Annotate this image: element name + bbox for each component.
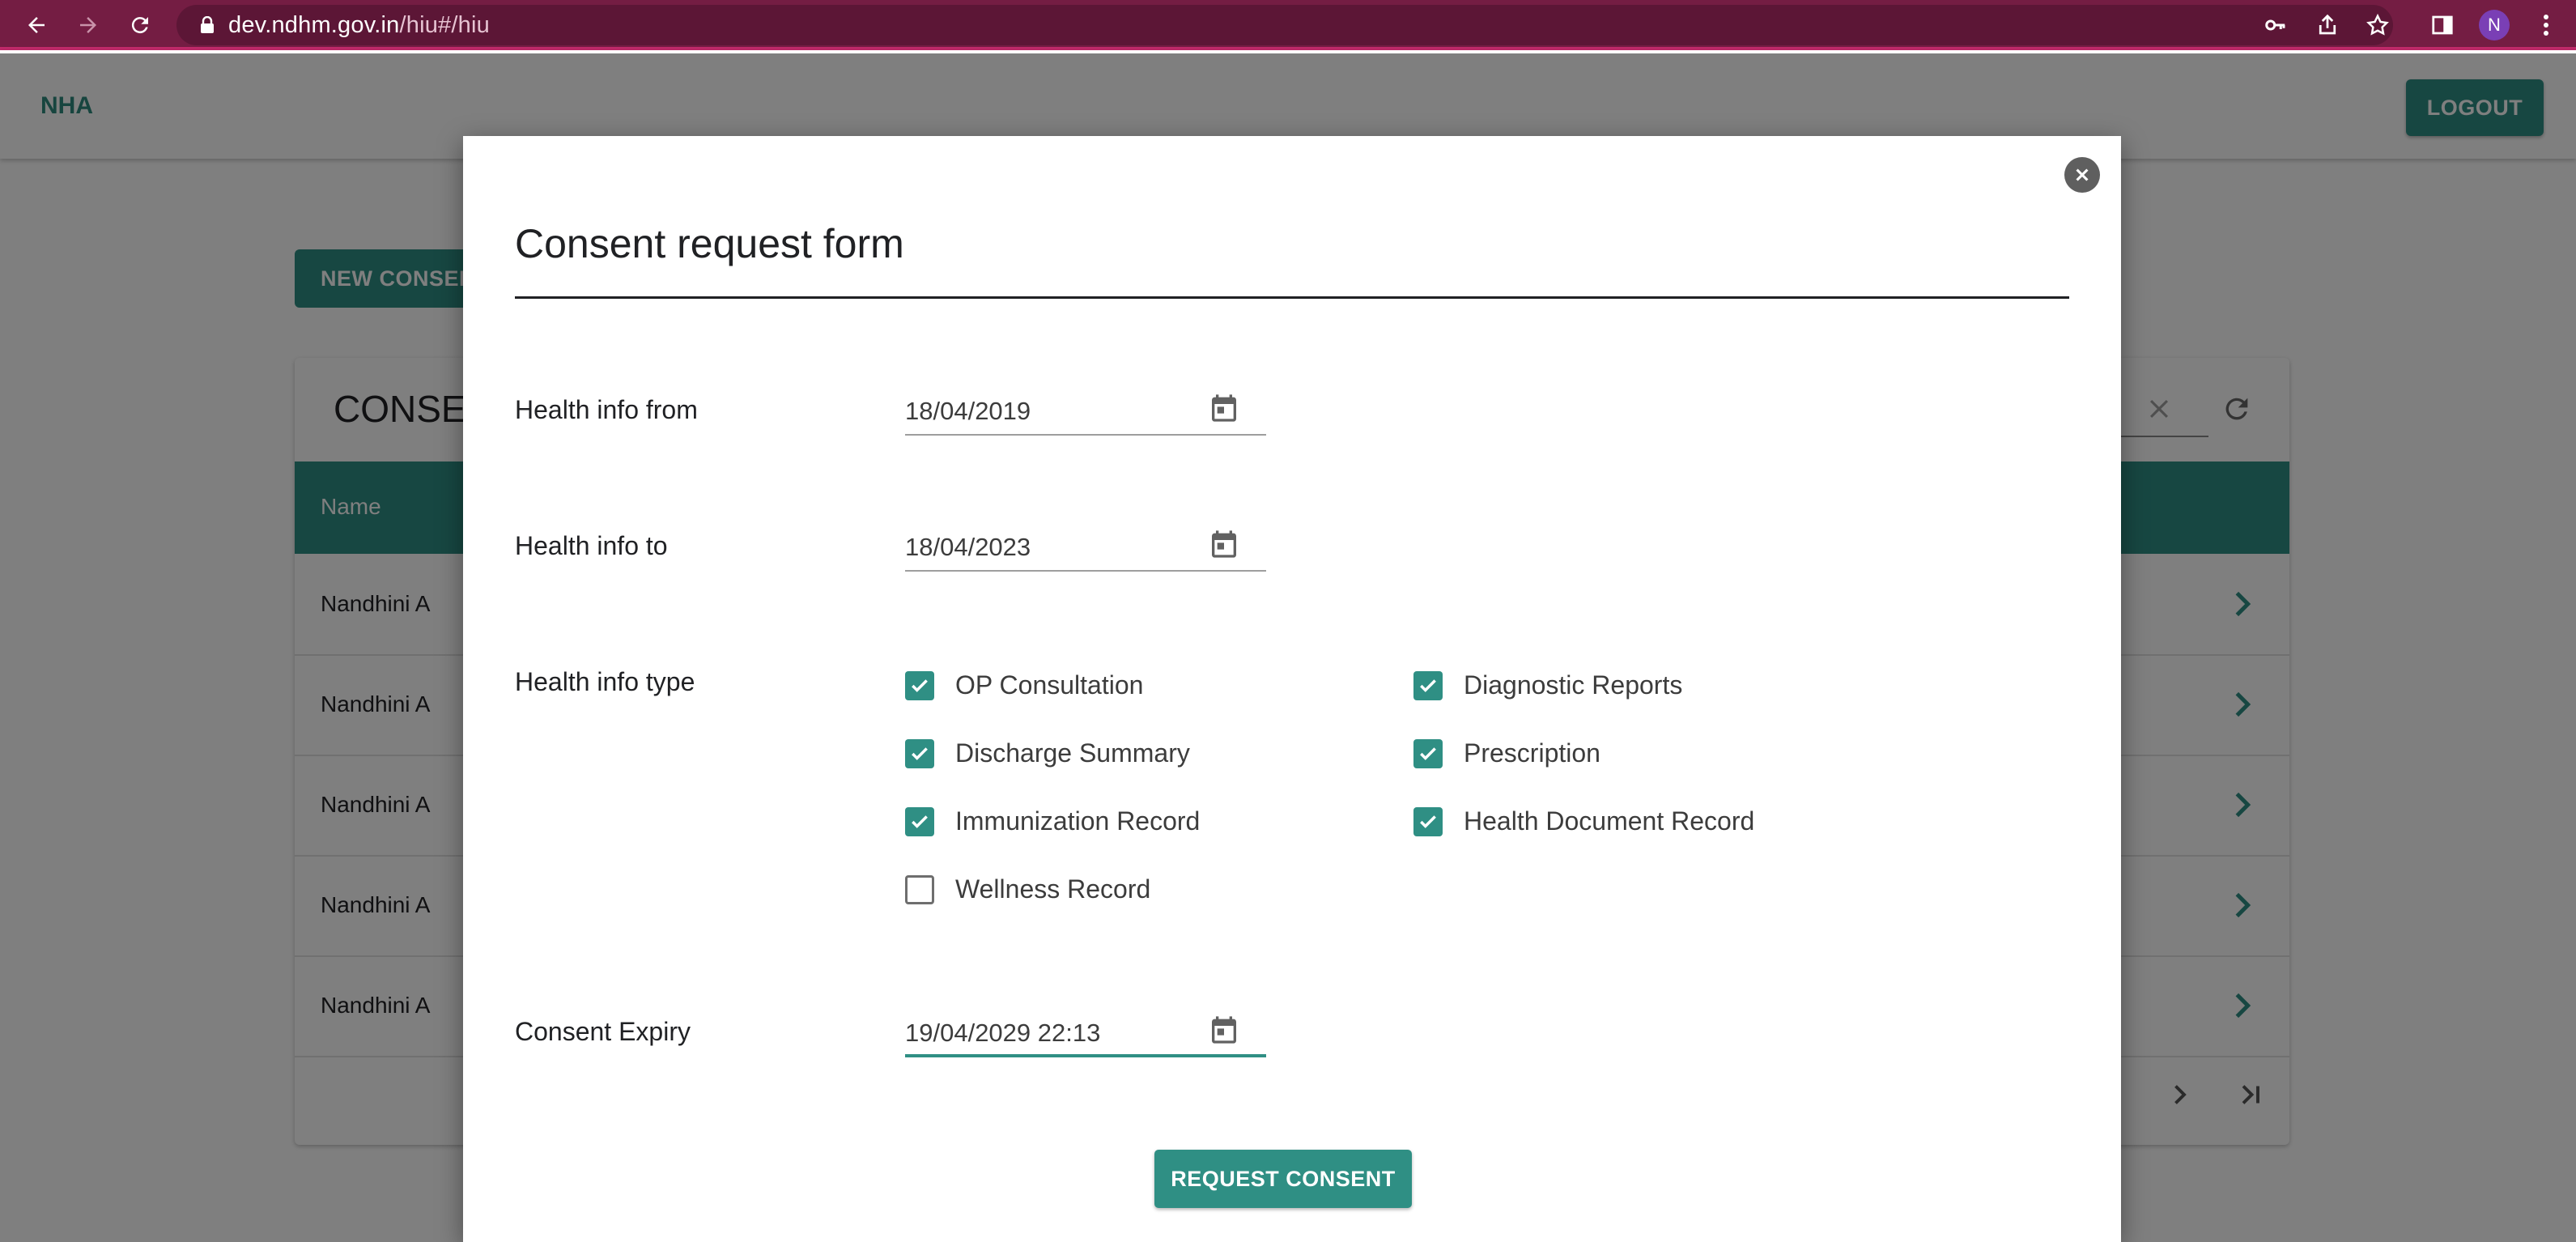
health-info-to-field[interactable]: 18/04/2023	[905, 525, 1266, 572]
checkbox-label: Diagnostic Reports	[1464, 670, 1683, 700]
side-panel-icon[interactable]	[2424, 6, 2461, 44]
checkbox-label: Health Document Record	[1464, 806, 1755, 836]
health-info-from-field[interactable]: 18/04/2019	[905, 389, 1266, 436]
close-icon[interactable]	[2064, 157, 2100, 193]
health-info-to-value: 18/04/2023	[905, 533, 1031, 561]
title-divider	[515, 296, 2069, 299]
checkbox-checked-icon[interactable]	[905, 806, 934, 836]
checkbox-label: Prescription	[1464, 738, 1600, 768]
calendar-icon[interactable]	[1205, 389, 1243, 427]
url-text: dev.ndhm.gov.in/hiu#/hiu	[228, 12, 490, 39]
url-host: dev.ndhm.gov.in	[228, 11, 400, 38]
share-icon[interactable]	[2309, 6, 2346, 44]
lock-icon	[196, 14, 219, 36]
bookmark-star-icon[interactable]	[2359, 6, 2396, 44]
checkbox-label: Discharge Summary	[955, 738, 1190, 768]
checkbox-op-consultation[interactable]: OP Consultation	[905, 670, 1143, 700]
profile-avatar[interactable]: N	[2479, 10, 2510, 40]
health-info-from-value: 18/04/2019	[905, 397, 1031, 425]
checkbox-discharge-summary[interactable]: Discharge Summary	[905, 738, 1190, 768]
reload-icon[interactable]	[121, 6, 159, 44]
checkbox-wellness-record[interactable]: Wellness Record	[905, 874, 1150, 904]
url-path: /hiu#/hiu	[399, 11, 490, 38]
consent-request-modal: Consent request form Health info from 18…	[463, 136, 2121, 1242]
browser-toolbar: dev.ndhm.gov.in/hiu#/hiu N	[0, 0, 2576, 50]
kebab-menu-icon[interactable]	[2527, 6, 2565, 44]
forward-icon[interactable]	[70, 6, 107, 44]
checkbox-diagnostic-reports[interactable]: Diagnostic Reports	[1413, 670, 1682, 700]
checkbox-checked-icon[interactable]	[1413, 670, 1443, 700]
checkbox-checked-icon[interactable]	[1413, 738, 1443, 768]
health-info-to-label: Health info to	[515, 531, 668, 560]
checkbox-immunization-record[interactable]: Immunization Record	[905, 806, 1200, 836]
checkbox-checked-icon[interactable]	[905, 670, 934, 700]
health-info-from-label: Health info from	[515, 395, 698, 424]
checkbox-label: OP Consultation	[955, 670, 1144, 700]
back-icon[interactable]	[18, 6, 55, 44]
calendar-icon[interactable]	[1205, 525, 1243, 564]
checkbox-checked-icon[interactable]	[905, 738, 934, 768]
request-consent-button[interactable]: REQUEST CONSENT	[1154, 1150, 1412, 1208]
checkbox-checked-icon[interactable]	[1413, 806, 1443, 836]
checkbox-health-document-record[interactable]: Health Document Record	[1413, 806, 1754, 836]
consent-expiry-field[interactable]: 19/04/2029 22:13	[905, 1010, 1266, 1057]
address-bar[interactable]: dev.ndhm.gov.in/hiu#/hiu	[176, 5, 2393, 45]
profile-initial: N	[2488, 15, 2501, 35]
key-icon[interactable]	[2257, 6, 2294, 44]
calendar-icon[interactable]	[1205, 1010, 1243, 1049]
checkbox-prescription[interactable]: Prescription	[1413, 738, 1600, 768]
checkbox-unchecked-icon[interactable]	[905, 874, 934, 904]
health-info-type-label: Health info type	[515, 667, 695, 696]
consent-expiry-value: 19/04/2029 22:13	[905, 1019, 1101, 1047]
checkbox-label: Immunization Record	[955, 806, 1201, 836]
consent-expiry-label: Consent Expiry	[515, 1017, 691, 1046]
modal-title: Consent request form	[515, 221, 904, 266]
checkbox-label: Wellness Record	[955, 874, 1151, 904]
